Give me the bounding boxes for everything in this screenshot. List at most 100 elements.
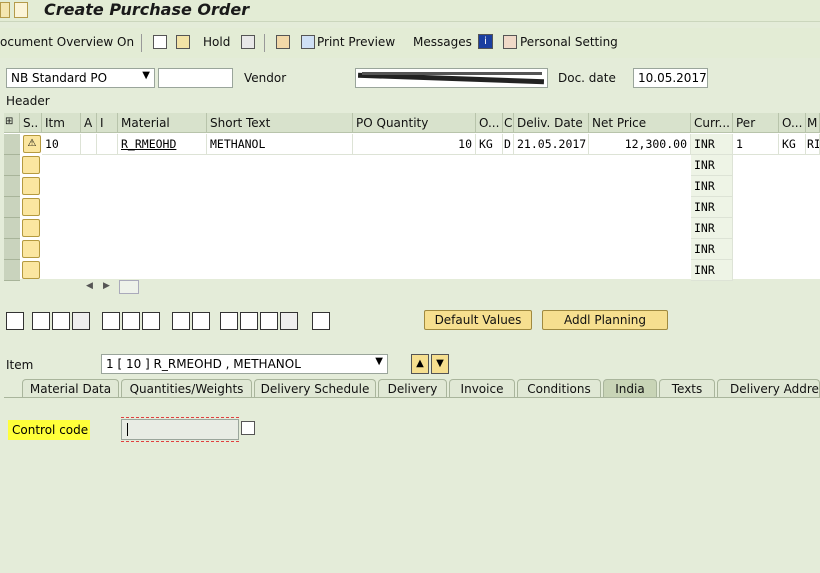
- currency-cell[interactable]: INR: [691, 134, 733, 155]
- configuration-icon[interactable]: [312, 312, 330, 330]
- filter-off-icon[interactable]: [280, 312, 298, 330]
- tab-delivery-schedule[interactable]: Delivery Schedule: [254, 379, 376, 398]
- currency-cell[interactable]: INR: [691, 176, 733, 197]
- messages-button[interactable]: Messages: [413, 35, 472, 49]
- paste-icon[interactable]: [192, 312, 210, 330]
- order-price-unit-cell[interactable]: KG: [779, 134, 806, 155]
- tab-india[interactable]: India: [603, 379, 657, 398]
- column-header-order-price-unit[interactable]: O...: [779, 113, 806, 133]
- new-document-icon[interactable]: [153, 35, 167, 49]
- column-header-i[interactable]: I: [97, 113, 118, 133]
- currency-cell[interactable]: INR: [691, 239, 733, 260]
- row-selector[interactable]: [4, 239, 20, 260]
- tab-material-data[interactable]: Material Data: [22, 379, 119, 398]
- po-quantity-cell[interactable]: 10: [353, 134, 476, 155]
- select-all-rows-icon[interactable]: [32, 312, 50, 330]
- hold-button[interactable]: Hold: [203, 35, 230, 49]
- tab-conditions[interactable]: Conditions: [517, 379, 601, 398]
- info-icon[interactable]: i: [478, 34, 493, 49]
- net-price-cell[interactable]: 12,300.00: [589, 134, 691, 155]
- document-overview-button[interactable]: ocument Overview On: [0, 35, 134, 49]
- print-preview-icon[interactable]: [301, 35, 315, 49]
- settings-icon[interactable]: [276, 35, 290, 49]
- row-selector[interactable]: [4, 134, 20, 155]
- c-cell[interactable]: D: [503, 134, 514, 155]
- personal-setting-icon[interactable]: [503, 35, 517, 49]
- a-cell[interactable]: [81, 134, 97, 155]
- tab-delivery[interactable]: Delivery: [378, 379, 447, 398]
- column-header-a[interactable]: A: [81, 113, 97, 133]
- deliv-date-cell[interactable]: 21.05.2017: [514, 134, 589, 155]
- unlock-icon[interactable]: [142, 312, 160, 330]
- m-cell[interactable]: RI: [806, 134, 820, 155]
- deselect-icon[interactable]: [72, 312, 90, 330]
- scroll-left-icon[interactable]: ◀: [86, 281, 93, 291]
- column-header-m[interactable]: M: [806, 113, 820, 133]
- status-cell[interactable]: [22, 198, 40, 216]
- order-unit-cell[interactable]: KG: [476, 134, 503, 155]
- item-select[interactable]: 1 [ 10 ] R_RMEOHD , METHANOL ▼: [101, 354, 388, 374]
- column-header-currency[interactable]: Curr...: [691, 113, 733, 133]
- vendor-input[interactable]: [355, 68, 548, 88]
- system-menu-icon[interactable]: [0, 2, 10, 18]
- column-header-net-price[interactable]: Net Price: [589, 113, 691, 133]
- column-header-order-unit[interactable]: O...: [476, 113, 503, 133]
- po-type-select[interactable]: NB Standard PO ▼: [6, 68, 155, 88]
- column-header-po-quantity[interactable]: PO Quantity: [353, 113, 476, 133]
- status-cell[interactable]: [22, 261, 40, 279]
- scroll-right-icon[interactable]: ▶: [103, 281, 110, 291]
- select-block-icon[interactable]: [52, 312, 70, 330]
- row-selector[interactable]: [4, 197, 20, 218]
- sort-descending-icon[interactable]: [240, 312, 258, 330]
- tab-delivery-address[interactable]: Delivery Address: [717, 379, 820, 398]
- other-document-icon[interactable]: [176, 35, 190, 49]
- doc-date-input[interactable]: 10.05.2017: [633, 68, 708, 88]
- column-header-deliv-date[interactable]: Deliv. Date: [514, 113, 589, 133]
- details-icon[interactable]: [6, 312, 24, 330]
- tab-invoice[interactable]: Invoice: [449, 379, 515, 398]
- tab-quantities-weights[interactable]: Quantities/Weights: [121, 379, 252, 398]
- tab-texts[interactable]: Texts: [659, 379, 715, 398]
- column-header-status[interactable]: S..: [20, 113, 42, 133]
- search-help-icon[interactable]: [241, 421, 255, 435]
- i-cell[interactable]: [97, 134, 118, 155]
- currency-cell[interactable]: INR: [691, 218, 733, 239]
- default-values-button[interactable]: Default Values: [424, 310, 532, 330]
- print-preview-button[interactable]: Print Preview: [317, 35, 395, 49]
- row-selector[interactable]: [4, 176, 20, 197]
- column-header-short-text[interactable]: Short Text: [207, 113, 353, 133]
- column-header-per[interactable]: Per: [733, 113, 779, 133]
- column-header-item[interactable]: Itm: [42, 113, 81, 133]
- status-cell[interactable]: [22, 156, 40, 174]
- filter-icon[interactable]: [260, 312, 278, 330]
- warning-icon[interactable]: ⚠: [23, 135, 41, 153]
- currency-cell[interactable]: INR: [691, 197, 733, 218]
- checkmark-icon[interactable]: [241, 35, 255, 49]
- previous-item-button[interactable]: ▲: [411, 354, 429, 374]
- header-toggle[interactable]: Header: [6, 94, 50, 108]
- select-all-icon[interactable]: ⊞: [4, 113, 20, 133]
- status-cell[interactable]: [22, 177, 40, 195]
- status-cell[interactable]: [22, 240, 40, 258]
- column-header-c[interactable]: C: [503, 113, 514, 133]
- scrollbar-thumb[interactable]: [119, 280, 139, 294]
- row-selector[interactable]: [4, 218, 20, 239]
- copy-icon[interactable]: [172, 312, 190, 330]
- delete-icon[interactable]: [102, 312, 120, 330]
- addl-planning-button[interactable]: Addl Planning: [542, 310, 668, 330]
- per-cell[interactable]: 1: [733, 134, 779, 155]
- material-cell[interactable]: R_RMEOHD: [118, 134, 207, 155]
- lock-icon[interactable]: [122, 312, 140, 330]
- status-cell[interactable]: [22, 219, 40, 237]
- column-header-material[interactable]: Material: [118, 113, 207, 133]
- personal-setting-button[interactable]: Personal Setting: [520, 35, 618, 49]
- short-text-cell[interactable]: METHANOL: [207, 134, 353, 155]
- currency-cell[interactable]: INR: [691, 155, 733, 176]
- currency-cell[interactable]: INR: [691, 260, 733, 281]
- po-number-input[interactable]: [158, 68, 233, 88]
- row-selector[interactable]: [4, 260, 20, 281]
- next-item-button[interactable]: ▼: [431, 354, 449, 374]
- item-cell[interactable]: 10: [42, 134, 81, 155]
- sort-ascending-icon[interactable]: [220, 312, 238, 330]
- row-selector[interactable]: [4, 155, 20, 176]
